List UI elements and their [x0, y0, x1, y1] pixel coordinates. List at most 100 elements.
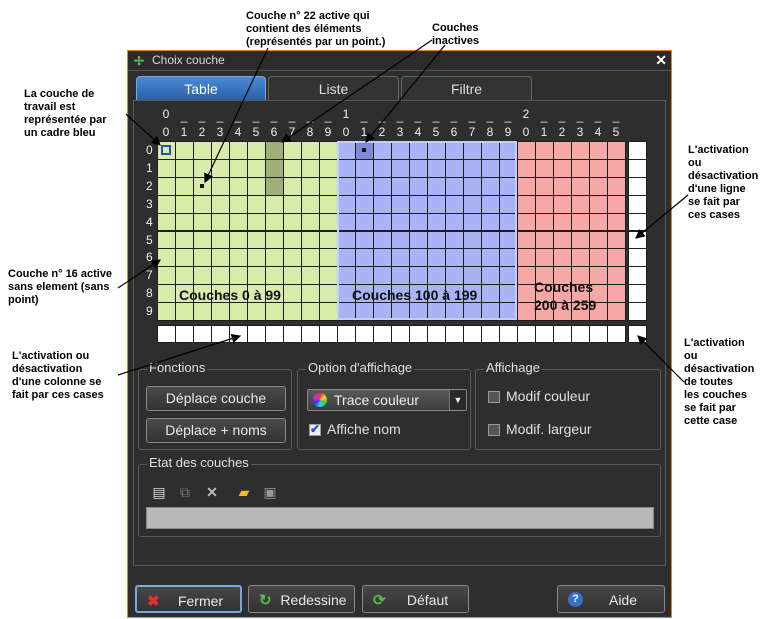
trace-combo[interactable]: Trace couleur ▼	[307, 389, 467, 411]
layer-cell[interactable]	[211, 212, 230, 232]
layer-cell[interactable]	[427, 176, 446, 196]
layer-cell[interactable]	[517, 141, 536, 160]
layer-cell[interactable]	[553, 141, 572, 160]
layer-cell[interactable]	[499, 266, 518, 286]
layer-cell[interactable]	[427, 158, 446, 178]
layer-cell[interactable]	[373, 248, 392, 268]
layer-cell[interactable]	[337, 158, 356, 178]
row-toggle-box[interactable]	[628, 302, 647, 321]
layer-cell[interactable]	[211, 248, 230, 268]
layer-cell[interactable]	[319, 266, 338, 286]
layer-cell[interactable]	[463, 302, 482, 321]
layer-cell[interactable]	[283, 230, 302, 250]
column-toggle-box[interactable]	[499, 325, 518, 343]
column-toggle-box[interactable]	[427, 325, 446, 343]
layer-cell[interactable]	[463, 194, 482, 214]
column-toggle-box[interactable]	[283, 325, 302, 343]
layer-cell[interactable]	[157, 158, 176, 178]
layer-cell[interactable]	[175, 141, 194, 160]
layer-cell[interactable]	[553, 230, 572, 250]
layer-cell[interactable]	[157, 266, 176, 286]
column-toggle-box[interactable]	[355, 325, 374, 343]
layer-cell[interactable]	[445, 212, 464, 232]
layer-cell[interactable]	[391, 230, 410, 250]
layer-cell[interactable]	[535, 248, 554, 268]
layer-cell[interactable]	[499, 230, 518, 250]
layer-cell[interactable]	[517, 194, 536, 214]
column-toggle-box[interactable]	[517, 325, 536, 343]
column-toggle-box[interactable]	[157, 325, 176, 343]
layer-cell[interactable]	[481, 158, 500, 178]
layer-cell[interactable]	[427, 194, 446, 214]
layer-cell[interactable]	[535, 230, 554, 250]
layer-cell[interactable]	[463, 212, 482, 232]
layer-cell[interactable]	[427, 302, 446, 321]
redraw-button[interactable]: ↻ Redessine	[248, 585, 355, 613]
layer-cell[interactable]	[409, 176, 428, 196]
column-toggle-box[interactable]	[319, 325, 338, 343]
layer-cell[interactable]	[247, 212, 266, 232]
layer-cell[interactable]	[355, 141, 374, 160]
layer-cell[interactable]	[301, 266, 320, 286]
layer-cell[interactable]	[283, 212, 302, 232]
column-toggle-box[interactable]	[535, 325, 554, 343]
layer-cell[interactable]	[301, 212, 320, 232]
layer-cell[interactable]	[355, 266, 374, 286]
layer-cell[interactable]	[391, 212, 410, 232]
layer-cell[interactable]	[391, 248, 410, 268]
layer-cell[interactable]	[301, 194, 320, 214]
layer-cell[interactable]	[427, 212, 446, 232]
layer-cell[interactable]	[499, 141, 518, 160]
all-layers-toggle-box[interactable]	[628, 325, 647, 343]
layer-cell[interactable]	[499, 212, 518, 232]
layer-cell[interactable]	[445, 158, 464, 178]
row-toggle-box[interactable]	[628, 141, 647, 160]
layer-cell[interactable]	[265, 302, 284, 321]
layer-cell[interactable]	[247, 230, 266, 250]
layer-cell[interactable]	[265, 230, 284, 250]
dropdown-arrow-icon[interactable]: ▼	[449, 390, 466, 410]
layer-cell[interactable]	[211, 158, 230, 178]
layer-cell[interactable]	[211, 176, 230, 196]
layer-cell[interactable]	[607, 194, 626, 214]
layer-cell[interactable]	[517, 176, 536, 196]
layer-cell[interactable]	[481, 141, 500, 160]
work-layer-cell[interactable]	[157, 141, 176, 160]
layer-cell[interactable]	[319, 284, 338, 304]
layer-cell[interactable]	[463, 141, 482, 160]
layer-cell[interactable]	[283, 176, 302, 196]
layer-cell[interactable]	[463, 266, 482, 286]
layer-cell[interactable]	[355, 194, 374, 214]
layer-cell[interactable]	[175, 248, 194, 268]
layer-cell[interactable]	[517, 212, 536, 232]
layer-cell[interactable]	[373, 266, 392, 286]
layer-cell[interactable]	[247, 158, 266, 178]
layer-cell[interactable]	[229, 176, 248, 196]
column-toggle-box[interactable]	[301, 325, 320, 343]
column-toggle-box[interactable]	[553, 325, 572, 343]
column-toggle-box[interactable]	[247, 325, 266, 343]
layer-cell[interactable]	[319, 248, 338, 268]
folder-open-icon[interactable]: ▰	[235, 483, 253, 501]
printer-icon[interactable]: ▤	[150, 483, 168, 501]
layer-cell[interactable]	[229, 266, 248, 286]
layer-cell[interactable]	[193, 230, 212, 250]
layer-cell[interactable]	[409, 141, 428, 160]
layer-cell[interactable]	[535, 194, 554, 214]
column-toggle-box[interactable]	[481, 325, 500, 343]
layer-cell[interactable]	[175, 158, 194, 178]
row-toggle-box[interactable]	[628, 266, 647, 286]
row-toggle-box[interactable]	[628, 284, 647, 304]
layer-cell[interactable]	[445, 248, 464, 268]
layer-cell[interactable]	[463, 230, 482, 250]
layer-cell[interactable]	[337, 212, 356, 232]
layer-cell[interactable]	[427, 266, 446, 286]
layer-cell[interactable]	[499, 176, 518, 196]
layer-cell[interactable]	[517, 158, 536, 178]
layer-cell[interactable]	[319, 141, 338, 160]
layer-cell[interactable]	[481, 284, 500, 304]
layer-cell[interactable]	[463, 158, 482, 178]
layer-cell[interactable]	[553, 158, 572, 178]
layer-cell[interactable]	[175, 212, 194, 232]
layer-cell[interactable]	[499, 194, 518, 214]
